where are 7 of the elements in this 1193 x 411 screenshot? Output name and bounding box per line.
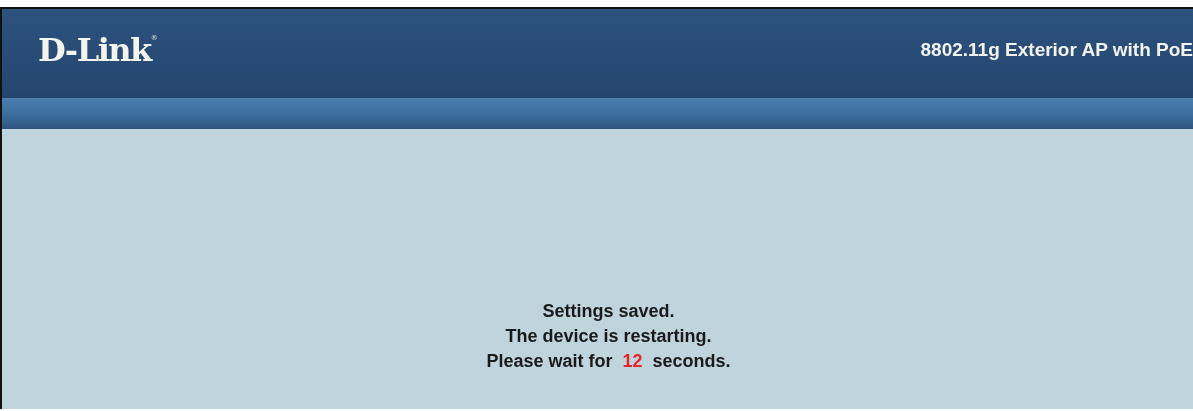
status-message: Settings saved. <box>541 300 676 323</box>
countdown-text: seconds. <box>652 350 731 373</box>
logo: D-Link <box>38 30 151 69</box>
countdown-value: 12 <box>622 350 643 373</box>
status-message: The device is restarting. <box>504 325 713 348</box>
product-title: 8802.11g Exterior AP with PoE <box>920 38 1193 61</box>
countdown-text: Please wait for <box>486 350 613 373</box>
